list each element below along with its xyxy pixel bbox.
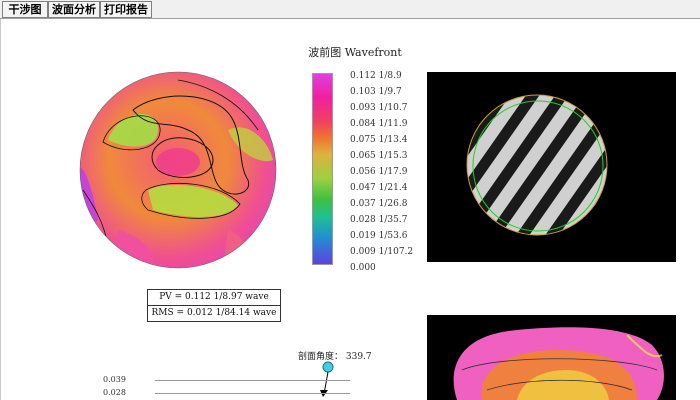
wavefront-map (79, 71, 277, 269)
legend-label: 0.093 1/10.7 (350, 103, 408, 113)
legend-label: 0.009 1/107.2 (350, 247, 414, 257)
colorbar (312, 73, 333, 265)
tab-bar: 干涉图 波面分析 打印报告 (0, 0, 700, 19)
legend-label: 0.112 1/8.9 (350, 71, 402, 81)
profile-gridline (155, 393, 350, 394)
legend-label: 0.075 1/13.4 (350, 135, 408, 145)
profile-gridline (155, 380, 350, 381)
legend-label: 0.000 (350, 263, 376, 273)
rms-value: RMS = 0.012 1/84.14 wave (148, 305, 280, 321)
legend-label: 0.056 1/17.9 (350, 167, 408, 177)
legend-label: 0.037 1/26.8 (350, 199, 408, 209)
legend-label: 0.019 1/53.6 (350, 231, 408, 241)
legend-label: 0.028 1/35.7 (350, 215, 408, 225)
tab-interferogram[interactable]: 干涉图 (2, 1, 48, 18)
tab-wavefront-analysis[interactable]: 波面分析 (48, 1, 100, 18)
wavefront-title: 波前图 Wavefront (308, 46, 402, 59)
profile-tick-label: 0.039 (103, 375, 126, 384)
tab-print-report[interactable]: 打印报告 (100, 1, 152, 18)
surface-3d-view (427, 315, 676, 400)
legend-label: 0.084 1/11.9 (350, 119, 408, 129)
legend-label: 0.065 1/15.3 (350, 151, 408, 161)
legend-label: 0.103 1/9.7 (350, 87, 402, 97)
stats-box: PV = 0.112 1/8.97 wave RMS = 0.012 1/84.… (147, 289, 281, 322)
profile-tick-label: 0.028 (103, 388, 126, 397)
pv-value: PV = 0.112 1/8.97 wave (159, 292, 269, 302)
interferogram-image (427, 72, 676, 262)
legend-label: 0.047 1/21.4 (350, 183, 408, 193)
